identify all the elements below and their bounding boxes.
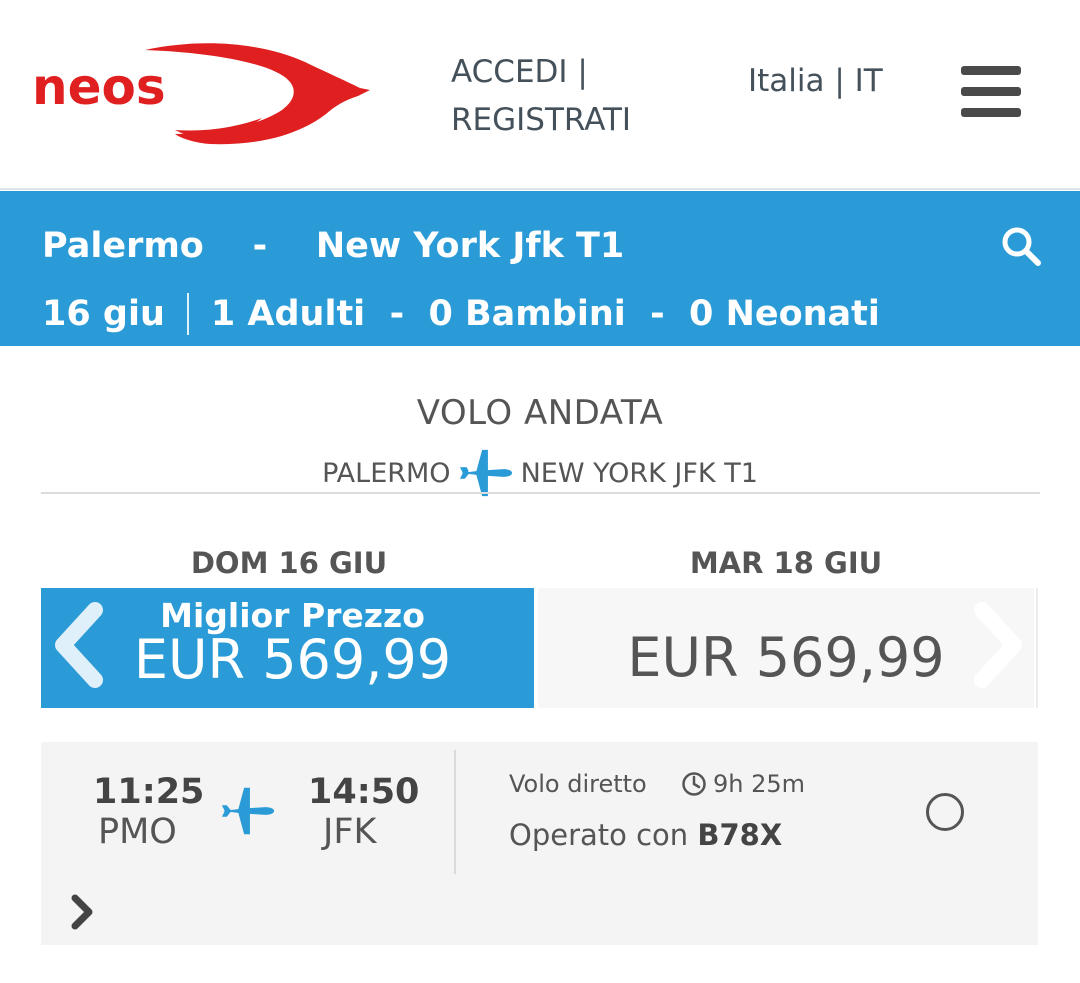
card-divider (454, 750, 456, 874)
divider (186, 293, 189, 335)
chevron-right-icon[interactable] (970, 600, 1030, 690)
chevron-right-icon[interactable] (67, 892, 97, 932)
operated-by: Operato con B78X (509, 818, 782, 852)
section-divider (41, 492, 1040, 494)
date-label: DOM 16 GIU (190, 546, 388, 580)
children-count: 0 Bambini (428, 294, 626, 334)
edge-divider (1036, 588, 1038, 708)
select-flight-radio[interactable] (926, 793, 964, 831)
departure-time: 11:25 (93, 772, 205, 812)
login-link[interactable]: ACCEDI | (451, 48, 631, 96)
route-separator: - (252, 226, 268, 266)
date-price: EUR 569,99 (133, 628, 452, 691)
search-icon[interactable] (999, 224, 1043, 268)
flight-type: Volo diretto (509, 770, 647, 798)
logo-text: neos (32, 58, 166, 116)
flight-duration: 9h 25m (681, 770, 805, 798)
flight-result-card[interactable]: 11:25 PMO 14:50 JFK Volo diretto 9h 25m … (41, 742, 1038, 945)
route-summary: Palermo - New York Jfk T1 (42, 226, 624, 266)
site-header: neos ACCEDI | REGISTRATI Italia | IT (0, 0, 1080, 190)
operated-prefix: Operato con (509, 818, 689, 852)
passenger-summary: 16 giu 1 Adulti - 0 Bambini - 0 Neonati (42, 293, 880, 335)
hamburger-icon[interactable] (961, 66, 1021, 118)
pax-separator: - (650, 294, 665, 334)
destination-city: New York Jfk T1 (315, 226, 625, 266)
section-title: VOLO ANDATA (416, 393, 664, 433)
plane-icon (221, 787, 275, 835)
date-option-selected[interactable]: Miglior Prezzo EUR 569,99 (41, 588, 534, 708)
arrival-time: 14:50 (308, 772, 420, 812)
travel-date: 16 giu (42, 294, 165, 334)
date-option[interactable]: EUR 569,99 (538, 588, 1034, 708)
clock-icon (682, 772, 706, 796)
date-label: MAR 18 GIU (689, 546, 883, 580)
pax-separator: - (389, 294, 405, 334)
register-link[interactable]: REGISTRATI (451, 96, 631, 144)
section-origin: PALERMO (322, 457, 451, 489)
adults-count: 1 Adulti (210, 294, 366, 334)
aircraft-type: B78X (697, 818, 783, 852)
language-selector[interactable]: Italia | IT (748, 63, 883, 99)
arrival-airport: JFK (323, 812, 377, 852)
section-destination: NEW YORK JFK T1 (520, 457, 758, 489)
neos-logo[interactable]: neos (30, 38, 375, 148)
duration-value: 9h 25m (713, 770, 806, 798)
infants-count: 0 Neonati (689, 294, 880, 334)
origin-city: Palermo (42, 226, 204, 266)
date-price: EUR 569,99 (627, 626, 945, 689)
auth-links: ACCEDI | REGISTRATI (451, 48, 631, 144)
departure-airport: PMO (98, 812, 177, 852)
